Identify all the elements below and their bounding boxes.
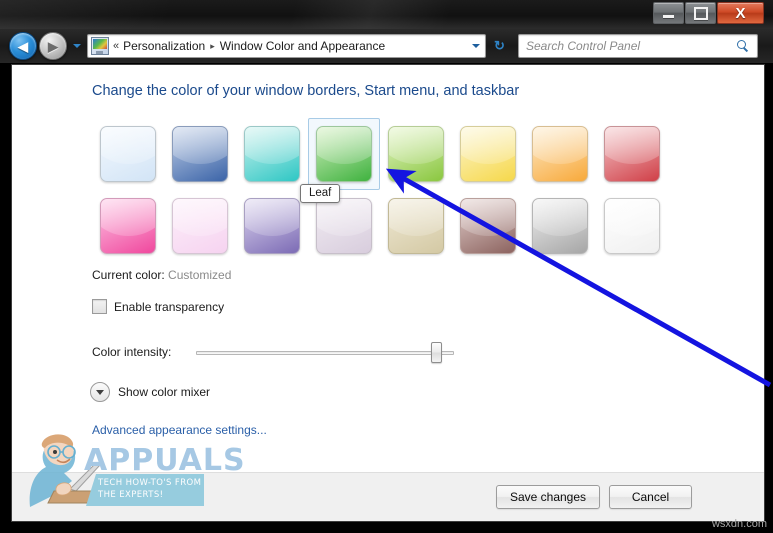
breadcrumb-item-personalization[interactable]: Personalization [123, 39, 205, 53]
color-swatch-sun[interactable] [452, 118, 524, 190]
color-swatch-chip [316, 198, 372, 254]
cancel-label: Cancel [631, 490, 670, 504]
window-titlebar[interactable]: X [0, 0, 773, 29]
forward-arrow-icon: ▶ [48, 38, 58, 54]
color-swatch-chip [388, 126, 444, 182]
address-dropdown-button[interactable] [467, 36, 485, 56]
close-button[interactable]: X [717, 2, 764, 24]
slider-track[interactable] [196, 351, 454, 355]
color-intensity-row: Color intensity: [92, 342, 454, 363]
color-swatch-chip [604, 198, 660, 254]
refresh-icon: ↻ [494, 38, 505, 53]
color-swatch-chip [460, 126, 516, 182]
color-swatch-rose[interactable] [164, 190, 236, 262]
slider-thumb[interactable] [431, 342, 442, 363]
control-panel-window: X ◀ ▶ « Personalization ▸ Window Color a… [0, 0, 773, 533]
control-panel-icon [91, 37, 109, 55]
color-intensity-slider[interactable] [196, 342, 454, 363]
color-swatch-leaf[interactable] [308, 118, 380, 190]
back-button[interactable]: ◀ [9, 32, 37, 60]
command-bar: Save changes Cancel [12, 472, 764, 521]
minimize-icon [663, 15, 674, 18]
color-swatch-chip [244, 126, 300, 182]
desktop-background: X ◀ ▶ « Personalization ▸ Window Color a… [0, 0, 773, 533]
color-swatch-chip [460, 198, 516, 254]
address-bar[interactable]: « Personalization ▸ Window Color and App… [87, 34, 486, 58]
color-swatch-chip [388, 198, 444, 254]
search-input[interactable]: Search Control Panel [526, 39, 737, 53]
settings-page: Change the color of your window borders,… [12, 65, 764, 521]
color-swatch-chip [532, 126, 588, 182]
forward-button[interactable]: ▶ [39, 32, 67, 60]
color-swatch-orange[interactable] [524, 118, 596, 190]
color-swatch-sky[interactable] [92, 118, 164, 190]
color-swatch-chip [604, 126, 660, 182]
color-swatch-lime[interactable] [380, 118, 452, 190]
save-changes-label: Save changes [509, 490, 587, 504]
maximize-button[interactable] [685, 2, 716, 24]
refresh-button[interactable]: ↻ [488, 35, 511, 57]
window-client-area: Change the color of your window borders,… [11, 64, 765, 522]
maximize-icon [693, 6, 708, 20]
page-title: Change the color of your window borders,… [92, 83, 520, 99]
breadcrumb-item-window-color[interactable]: Window Color and Appearance [220, 39, 385, 53]
minimize-button[interactable] [653, 2, 684, 24]
color-swatch-chip [172, 198, 228, 254]
cancel-button[interactable]: Cancel [609, 485, 692, 509]
color-swatch-sand[interactable] [596, 190, 668, 262]
color-swatch-violet[interactable] [236, 190, 308, 262]
breadcrumb-separator-icon[interactable]: ▸ [210, 41, 215, 52]
search-icon [737, 39, 750, 53]
chevron-down-icon [90, 382, 110, 402]
show-color-mixer-toggle[interactable]: Show color mixer [90, 382, 210, 402]
color-swatch-chip [244, 198, 300, 254]
save-changes-button[interactable]: Save changes [496, 485, 600, 509]
breadcrumb-overflow-icon[interactable]: « [113, 40, 119, 52]
color-swatch-chip [316, 126, 372, 182]
color-swatch-chip [100, 198, 156, 254]
color-swatch-frost[interactable] [380, 190, 452, 262]
chevron-down-glyph [96, 390, 104, 395]
site-watermark-text: wsxdn.com [711, 518, 767, 530]
enable-transparency-label: Enable transparency [114, 299, 225, 314]
color-intensity-label: Color intensity: [92, 345, 172, 359]
color-swatch-red[interactable] [596, 118, 668, 190]
window-controls-group: X [653, 2, 764, 24]
history-dropdown-button[interactable] [71, 38, 82, 54]
enable-transparency-row[interactable]: Enable transparency [92, 299, 224, 314]
swatch-tooltip: Leaf [300, 184, 341, 203]
color-swatch-chip [100, 126, 156, 182]
navigation-bar: ◀ ▶ « Personalization ▸ Window Color and… [0, 29, 773, 63]
chevron-down-icon [472, 44, 480, 48]
search-box[interactable]: Search Control Panel [518, 34, 758, 58]
color-swatch-chip [172, 126, 228, 182]
color-swatch-taupe[interactable] [452, 190, 524, 262]
color-swatch-twilight[interactable] [164, 118, 236, 190]
color-swatch-sea[interactable] [236, 118, 308, 190]
current-color-label: Current color: [92, 268, 165, 282]
color-swatch-pink[interactable] [92, 190, 164, 262]
chevron-down-icon [72, 44, 81, 48]
color-swatch-chip [532, 198, 588, 254]
color-swatch-slate[interactable] [524, 190, 596, 262]
close-icon: X [735, 4, 746, 22]
back-arrow-icon: ◀ [18, 38, 28, 54]
show-color-mixer-label: Show color mixer [118, 385, 211, 399]
color-swatch-grid [92, 118, 668, 262]
enable-transparency-checkbox[interactable] [92, 299, 107, 314]
current-color-value: Customized [168, 268, 232, 282]
advanced-appearance-settings-link[interactable]: Advanced appearance settings... [92, 423, 267, 437]
current-color-row: Current color: Customized [92, 268, 231, 282]
